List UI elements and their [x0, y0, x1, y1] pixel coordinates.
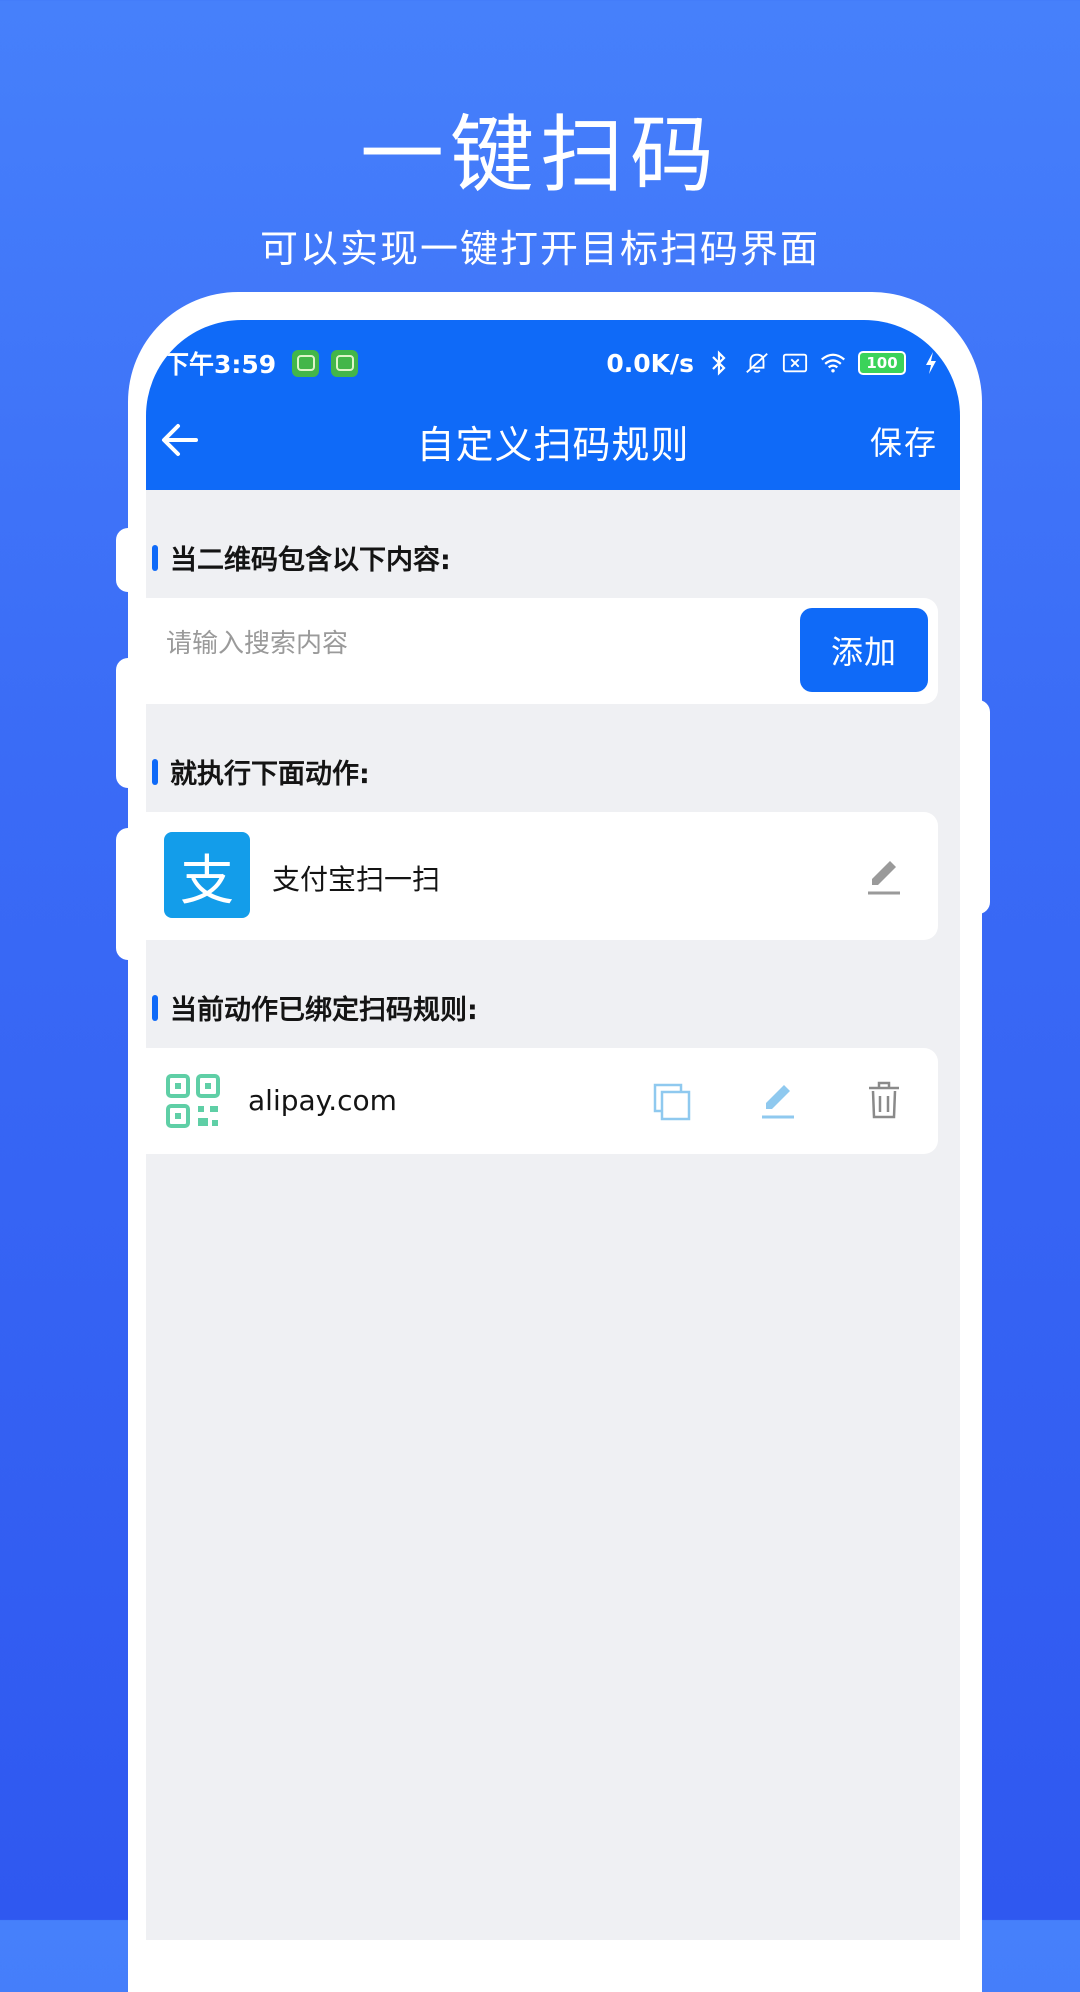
rule-card: alipay.com [146, 1048, 938, 1154]
rules-section-title: 当前动作已绑定扫码规则: [152, 988, 478, 1027]
copy-icon [653, 1083, 691, 1121]
no-sim-icon [782, 350, 808, 376]
charging-icon [918, 350, 944, 376]
battery-icon: 100 [858, 351, 906, 375]
pencil-icon [868, 861, 900, 895]
trash-icon [869, 1081, 899, 1119]
action-section-title: 就执行下面动作: [152, 752, 370, 791]
edit-action-button[interactable] [858, 850, 910, 902]
status-bar: 下午3:59 0.0K/s 100 [164, 340, 944, 386]
action-label: 支付宝扫一扫 [272, 863, 441, 896]
qr-code-icon [166, 1074, 220, 1128]
hero-subtitle: 可以实现一键打开目标扫码界面 [259, 227, 820, 271]
app-bar: 自定义扫码规则 保存 [146, 390, 960, 490]
edit-rule-button[interactable] [752, 1074, 804, 1126]
search-card: 添加 [146, 598, 938, 704]
status-time: 下午3:59 [164, 350, 277, 379]
alipay-logo: 支 [164, 832, 250, 918]
rule-text: alipay.com [248, 1084, 397, 1117]
hero-title: 一键扫码 [359, 106, 720, 204]
add-button[interactable]: 添加 [800, 608, 928, 692]
app-header: 下午3:59 0.0K/s 100 自定义扫码规则 保存 [146, 320, 960, 490]
delete-rule-button[interactable] [858, 1074, 910, 1126]
condition-section-title: 当二维码包含以下内容: [152, 538, 451, 577]
pencil-icon [762, 1085, 794, 1119]
app-notification-icon [331, 349, 359, 377]
phone-screen: 下午3:59 0.0K/s 100 自定义扫码规则 保存 当二维码包含以下内容:… [146, 320, 960, 1940]
search-input[interactable] [164, 628, 768, 660]
network-speed: 0.0K/s [606, 348, 694, 378]
wifi-icon [820, 350, 846, 376]
bluetooth-icon [706, 350, 732, 376]
app-notification-icon [292, 349, 320, 377]
action-card[interactable]: 支 支付宝扫一扫 [146, 812, 938, 940]
mute-bell-icon [744, 350, 770, 376]
status-icons: 0.0K/s 100 [606, 349, 944, 378]
copy-rule-button[interactable] [646, 1076, 698, 1128]
save-button[interactable]: 保存 [870, 418, 938, 464]
page-title: 自定义扫码规则 [416, 423, 690, 467]
